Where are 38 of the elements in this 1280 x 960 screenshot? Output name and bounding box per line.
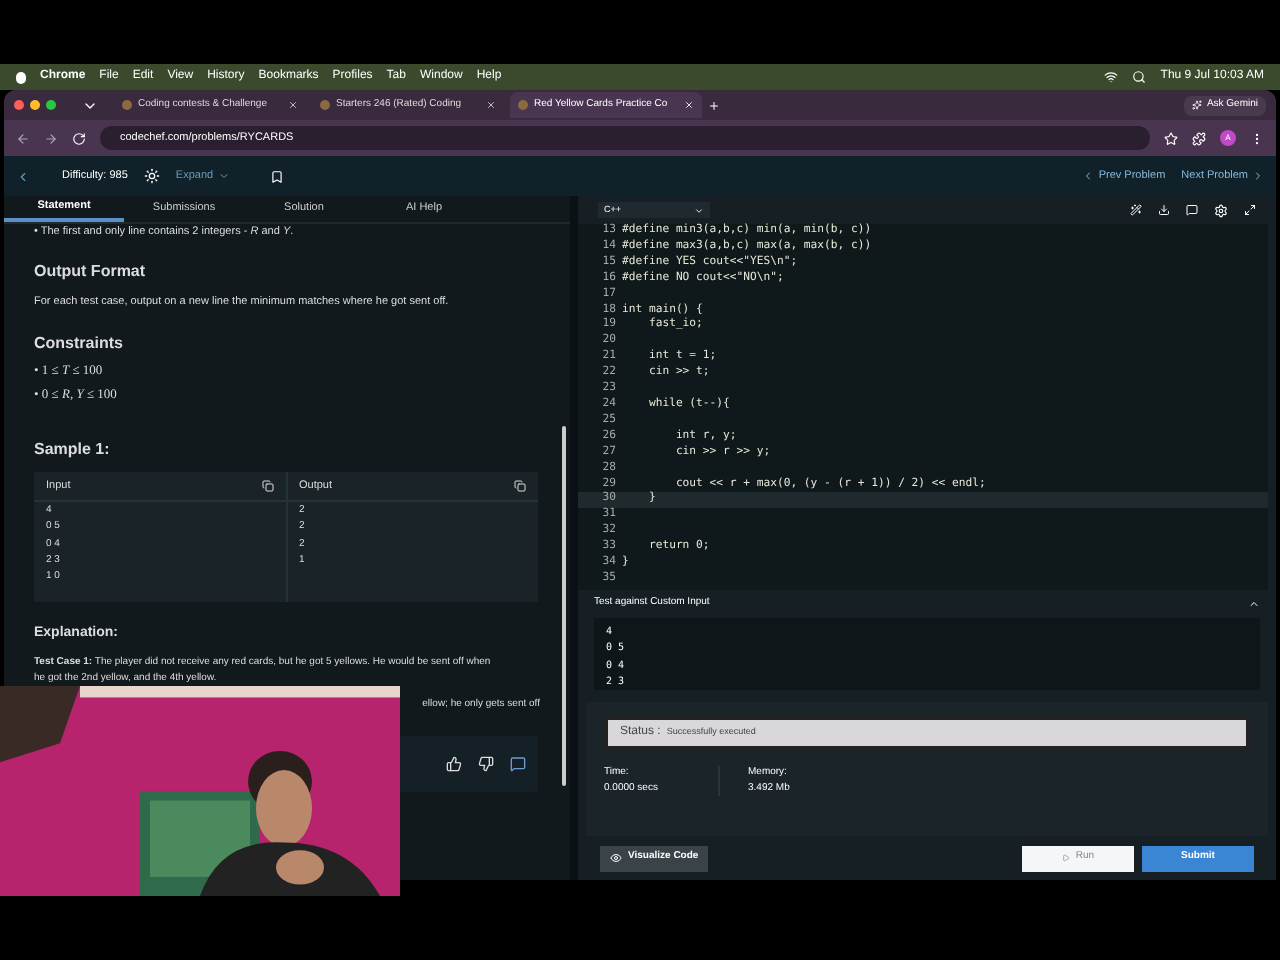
copy-icon[interactable]: [514, 480, 526, 492]
more-icon[interactable]: [1250, 131, 1264, 145]
chevron-right-icon: [1252, 170, 1264, 182]
back-icon[interactable]: [16, 169, 30, 183]
new-tab-icon[interactable]: [708, 99, 720, 111]
close-window-icon[interactable]: [14, 100, 24, 110]
site-icon: [518, 100, 528, 110]
thumbs-down-icon[interactable]: [478, 756, 494, 772]
eye-icon: [610, 852, 622, 864]
chat-icon[interactable]: [1186, 204, 1198, 216]
collapse-icon[interactable]: [1248, 598, 1260, 610]
thumbs-up-icon[interactable]: [446, 756, 462, 772]
copy-icon[interactable]: [261, 480, 273, 492]
wand-icon[interactable]: [1130, 204, 1142, 216]
section-heading: Sample 1:: [34, 438, 112, 462]
minimize-window-icon[interactable]: [30, 100, 40, 110]
settings-icon[interactable]: [1214, 203, 1228, 217]
chevron-down-icon: [217, 170, 230, 182]
theme-icon[interactable]: [143, 168, 160, 184]
extensions-icon[interactable]: [1192, 131, 1206, 145]
maximize-window-icon[interactable]: [46, 100, 56, 110]
section-heading: Constraints: [34, 331, 125, 355]
sparkle-icon: [1192, 100, 1203, 110]
download-icon[interactable]: [1158, 204, 1170, 216]
site-icon: [320, 100, 330, 110]
wifi-icon[interactable]: [1104, 70, 1119, 84]
section-heading: Output Format: [34, 260, 148, 285]
back-icon[interactable]: [16, 131, 30, 145]
bookmark-star-icon[interactable]: [1164, 131, 1178, 145]
chevron-left-icon: [1082, 170, 1095, 182]
search-icon[interactable]: [1132, 70, 1147, 84]
reload-icon[interactable]: [72, 131, 86, 145]
site-icon: [122, 100, 132, 110]
bookmark-icon[interactable]: [269, 169, 284, 183]
play-icon: [1061, 854, 1070, 862]
comment-icon[interactable]: [510, 756, 526, 772]
forward-icon[interactable]: [44, 131, 58, 145]
chevron-down-icon: [694, 205, 704, 215]
